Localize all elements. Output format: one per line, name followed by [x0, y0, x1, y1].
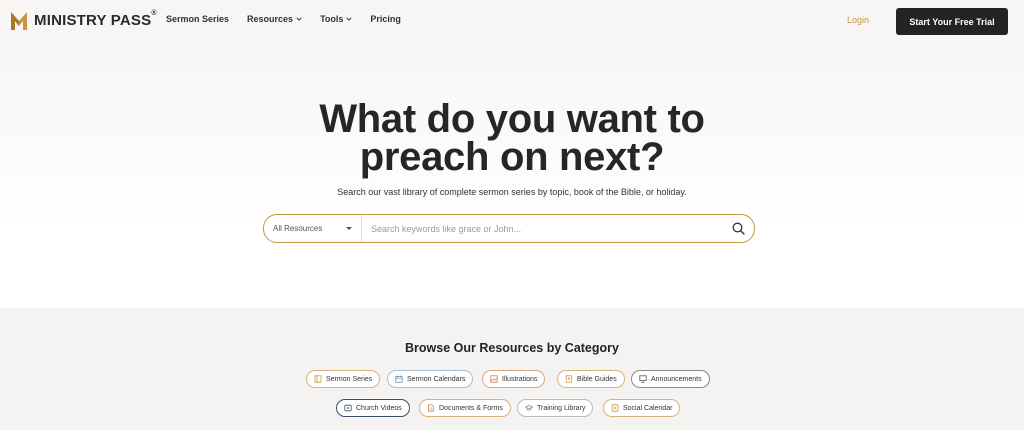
resource-type-selected: All Resources [273, 224, 323, 233]
category-bible-guides[interactable]: Bible Guides [557, 370, 625, 388]
chevron-down-icon [296, 17, 302, 21]
calendar-icon [395, 375, 403, 383]
category-illustrations[interactable]: Illustrations [482, 370, 546, 388]
hero-section: What do you want to preach on next? Sear… [0, 42, 1024, 308]
book-icon [314, 375, 322, 383]
menu-item-tools[interactable]: Tools [320, 14, 352, 24]
resource-type-select[interactable]: All Resources [264, 215, 362, 242]
browse-title: Browse Our Resources by Category [405, 341, 619, 355]
category-sermon-series[interactable]: Sermon Series [306, 370, 381, 388]
search-input[interactable] [362, 215, 722, 242]
menu-item-resources[interactable]: Resources [247, 14, 302, 24]
presentation-icon [639, 375, 647, 383]
hero-subtitle: Search our vast library of complete serm… [337, 187, 687, 197]
caret-down-icon [346, 227, 352, 230]
menu-item-sermon-series[interactable]: Sermon Series [166, 14, 229, 24]
search-icon [732, 222, 745, 235]
logo-text: MINISTRY PASS® [34, 9, 157, 29]
start-free-trial-button[interactable]: Start Your Free Trial [896, 8, 1008, 35]
menu-item-pricing[interactable]: Pricing [370, 14, 401, 24]
social-calendar-icon [611, 404, 619, 412]
document-icon [428, 404, 434, 412]
chevron-down-icon [346, 17, 352, 21]
logo[interactable]: MINISTRY PASS® [10, 9, 157, 31]
graduation-cap-icon [525, 404, 533, 411]
top-navigation: MINISTRY PASS® Sermon Series Resources T… [0, 0, 1024, 42]
image-icon [490, 375, 498, 383]
category-training-library[interactable]: Training Library [517, 399, 594, 417]
category-church-videos[interactable]: Church Videos [336, 399, 410, 417]
category-sermon-calendars[interactable]: Sermon Calendars [387, 370, 474, 388]
ministry-pass-logo-icon [11, 12, 27, 30]
category-social-calendar[interactable]: Social Calendar [603, 399, 681, 417]
category-documents-forms[interactable]: Documents & Forms [419, 399, 511, 417]
bible-icon [565, 375, 573, 383]
video-icon [344, 404, 352, 412]
headline-line-2: preach on next? [359, 135, 665, 179]
headline-line-1: What do you want to [319, 97, 705, 141]
login-link[interactable]: Login [847, 15, 869, 25]
browse-categories-section: Browse Our Resources by Category Sermon … [0, 308, 1024, 430]
main-menu: Sermon Series Resources Tools Pricing [166, 14, 419, 24]
search-button[interactable] [722, 215, 754, 242]
category-announcements[interactable]: Announcements [631, 370, 710, 388]
search-bar: All Resources [263, 214, 755, 243]
